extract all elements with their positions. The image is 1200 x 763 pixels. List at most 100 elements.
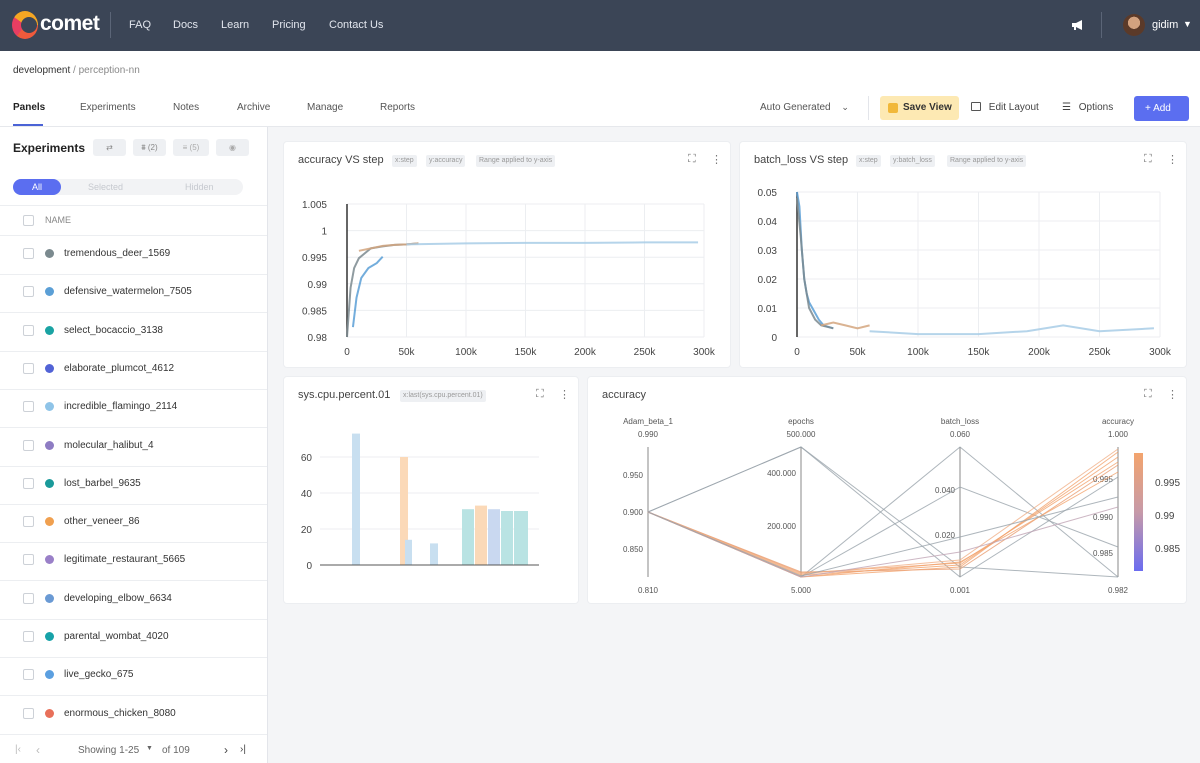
last-page-icon[interactable]: ›|	[240, 744, 246, 755]
visibility-icon[interactable]: ◉	[216, 139, 249, 156]
tab-reports[interactable]: Reports	[380, 102, 415, 113]
experiment-checkbox[interactable]	[23, 516, 34, 528]
tab-manage[interactable]: Manage	[307, 102, 343, 113]
experiment-name[interactable]: elaborate_plumcot_4612	[64, 363, 174, 374]
experiment-checkbox[interactable]	[23, 554, 34, 566]
nav-docs[interactable]: Docs	[173, 19, 198, 31]
announcement-icon[interactable]	[1071, 19, 1085, 31]
breadcrumb-workspace[interactable]: development	[13, 65, 70, 76]
experiment-row[interactable]: legitimate_restaurant_5665	[0, 542, 267, 580]
experiment-row[interactable]: other_veneer_86	[0, 504, 267, 542]
logo-text: comet	[40, 12, 100, 35]
bar	[405, 539, 412, 565]
view-select[interactable]: Auto Generated ⌄	[760, 102, 849, 113]
experiment-checkbox[interactable]	[23, 401, 34, 413]
experiment-row[interactable]: tremendous_deer_1569	[0, 236, 267, 274]
filter-hidden[interactable]: Hidden	[185, 179, 214, 195]
accuracy-line-chart[interactable]: 0 50k 100k 150k 200k 250k 300k 1.005 1 0.995 0.99 0…	[284, 142, 730, 367]
column-header-name[interactable]: NAME	[45, 215, 71, 225]
experiment-checkbox[interactable]	[23, 707, 34, 719]
chevron-down-icon[interactable]: ▼	[1183, 19, 1192, 29]
parallel-coordinates-chart[interactable]: Adam_beta_1 0.990 0.810 0.950 0.900 0.850 epoc…	[588, 377, 1186, 603]
options-label: Options	[1078, 102, 1114, 113]
user-avatar[interactable]	[1123, 14, 1145, 36]
experiment-checkbox[interactable]	[23, 362, 34, 374]
page-size-caret-icon[interactable]: ▼	[146, 745, 153, 752]
experiment-checkbox[interactable]	[23, 248, 34, 259]
axis-tick-label: 0.900	[623, 508, 644, 517]
bar	[488, 509, 500, 565]
panel-parallel-coordinates: accuracy ⛶ ⋮ Adam_beta_1 0.990 0.810 0.950 0…	[588, 377, 1186, 603]
prev-page-icon[interactable]: ‹	[36, 743, 40, 757]
comet-logo[interactable]: comet	[12, 8, 112, 42]
nav-pricing[interactable]: Pricing	[272, 19, 306, 31]
experiment-name[interactable]: incredible_flamingo_2114	[64, 401, 177, 412]
experiment-row[interactable]: live_gecko_675	[0, 657, 267, 695]
experiment-checkbox[interactable]	[23, 631, 34, 642]
y-tick-label: 0	[771, 333, 777, 344]
experiment-name[interactable]: legitimate_restaurant_5665	[64, 554, 185, 565]
save-view-button[interactable]: Save View	[880, 96, 959, 120]
experiment-name[interactable]: parental_wombat_4020	[64, 631, 169, 642]
first-page-icon[interactable]: |‹	[15, 744, 21, 755]
experiment-row[interactable]: elaborate_plumcot_4612	[0, 351, 267, 389]
experiment-row[interactable]: enormous_chicken_8080	[0, 696, 267, 734]
experiment-row[interactable]: molecular_halibut_4	[0, 428, 267, 466]
experiment-color-dot	[45, 325, 54, 335]
experiment-row[interactable]: select_bocaccio_3138	[0, 313, 267, 351]
breadcrumb-project[interactable]: perception-nn	[79, 65, 140, 76]
experiment-name[interactable]: other_veneer_86	[64, 516, 140, 527]
experiment-checkbox[interactable]	[23, 324, 34, 336]
y-tick-label: 1.005	[302, 200, 327, 211]
select-all-checkbox[interactable]	[23, 215, 34, 226]
experiment-name[interactable]: live_gecko_675	[64, 669, 134, 680]
series-line	[406, 241, 699, 246]
experiment-checkbox[interactable]	[23, 286, 34, 298]
username[interactable]: gidim	[1152, 19, 1178, 31]
add-button[interactable]: + Add	[1134, 96, 1189, 121]
experiment-name[interactable]: defensive_watermelon_7505	[64, 286, 192, 297]
experiment-row[interactable]: parental_wombat_4020	[0, 619, 267, 657]
experiment-checkbox[interactable]	[23, 439, 34, 451]
breadcrumb-separator: /	[73, 65, 76, 76]
experiment-name[interactable]: molecular_halibut_4	[64, 440, 154, 451]
experiment-row[interactable]: lost_barbel_9635	[0, 466, 267, 504]
nav-faq[interactable]: FAQ	[129, 19, 151, 31]
batch-loss-line-chart[interactable]: 0 50k 100k 150k 200k 250k 300k 0.05 0.04 0.03 0.02…	[740, 142, 1186, 367]
pager-showing: Showing 1-25	[78, 745, 140, 756]
nav-learn[interactable]: Learn	[221, 19, 249, 31]
experiment-color-dot	[45, 632, 54, 641]
filter-selected[interactable]: Selected	[88, 179, 123, 195]
y-tick-label: 0.985	[302, 306, 327, 317]
tab-archive[interactable]: Archive	[237, 102, 270, 113]
pagination: |‹ ‹ Showing 1-25 ▼ of 109 › ›|	[0, 738, 267, 763]
filter-all[interactable]: All	[13, 179, 61, 195]
experiment-checkbox[interactable]	[23, 592, 34, 604]
edit-layout-button[interactable]: Edit Layout	[971, 102, 1039, 113]
columns-button[interactable]: ⇄	[93, 139, 126, 156]
experiment-name[interactable]: lost_barbel_9635	[64, 478, 141, 489]
tab-panels[interactable]: Panels	[13, 102, 45, 113]
experiment-checkbox[interactable]	[23, 669, 34, 681]
experiment-row[interactable]: defensive_watermelon_7505	[0, 274, 267, 312]
experiment-checkbox[interactable]	[23, 477, 34, 489]
filter-button[interactable]: ⩩ (2)	[133, 139, 166, 156]
experiment-name[interactable]: developing_elbow_6634	[64, 593, 172, 604]
nav-contact-us[interactable]: Contact Us	[329, 19, 383, 31]
next-page-icon[interactable]: ›	[224, 743, 228, 757]
experiment-color-dot	[45, 249, 54, 258]
tab-notes[interactable]: Notes	[173, 102, 199, 113]
experiment-row[interactable]: incredible_flamingo_2114	[0, 389, 267, 427]
experiment-row[interactable]: developing_elbow_6634	[0, 581, 267, 619]
group-button[interactable]: ≡ (5)	[173, 139, 209, 156]
experiment-name[interactable]: enormous_chicken_8080	[64, 708, 176, 719]
cpu-bar-chart[interactable]: 60 40 20 0	[284, 377, 578, 603]
series-line	[869, 324, 1155, 336]
options-button[interactable]: ☰ Options	[1062, 102, 1113, 113]
tab-experiments[interactable]: Experiments	[80, 102, 136, 113]
experiment-name[interactable]: select_bocaccio_3138	[64, 325, 163, 336]
divider	[0, 733, 267, 735]
layout-icon	[971, 102, 981, 111]
y-tick-label: 0.04	[758, 217, 778, 228]
experiment-name[interactable]: tremendous_deer_1569	[64, 248, 170, 259]
